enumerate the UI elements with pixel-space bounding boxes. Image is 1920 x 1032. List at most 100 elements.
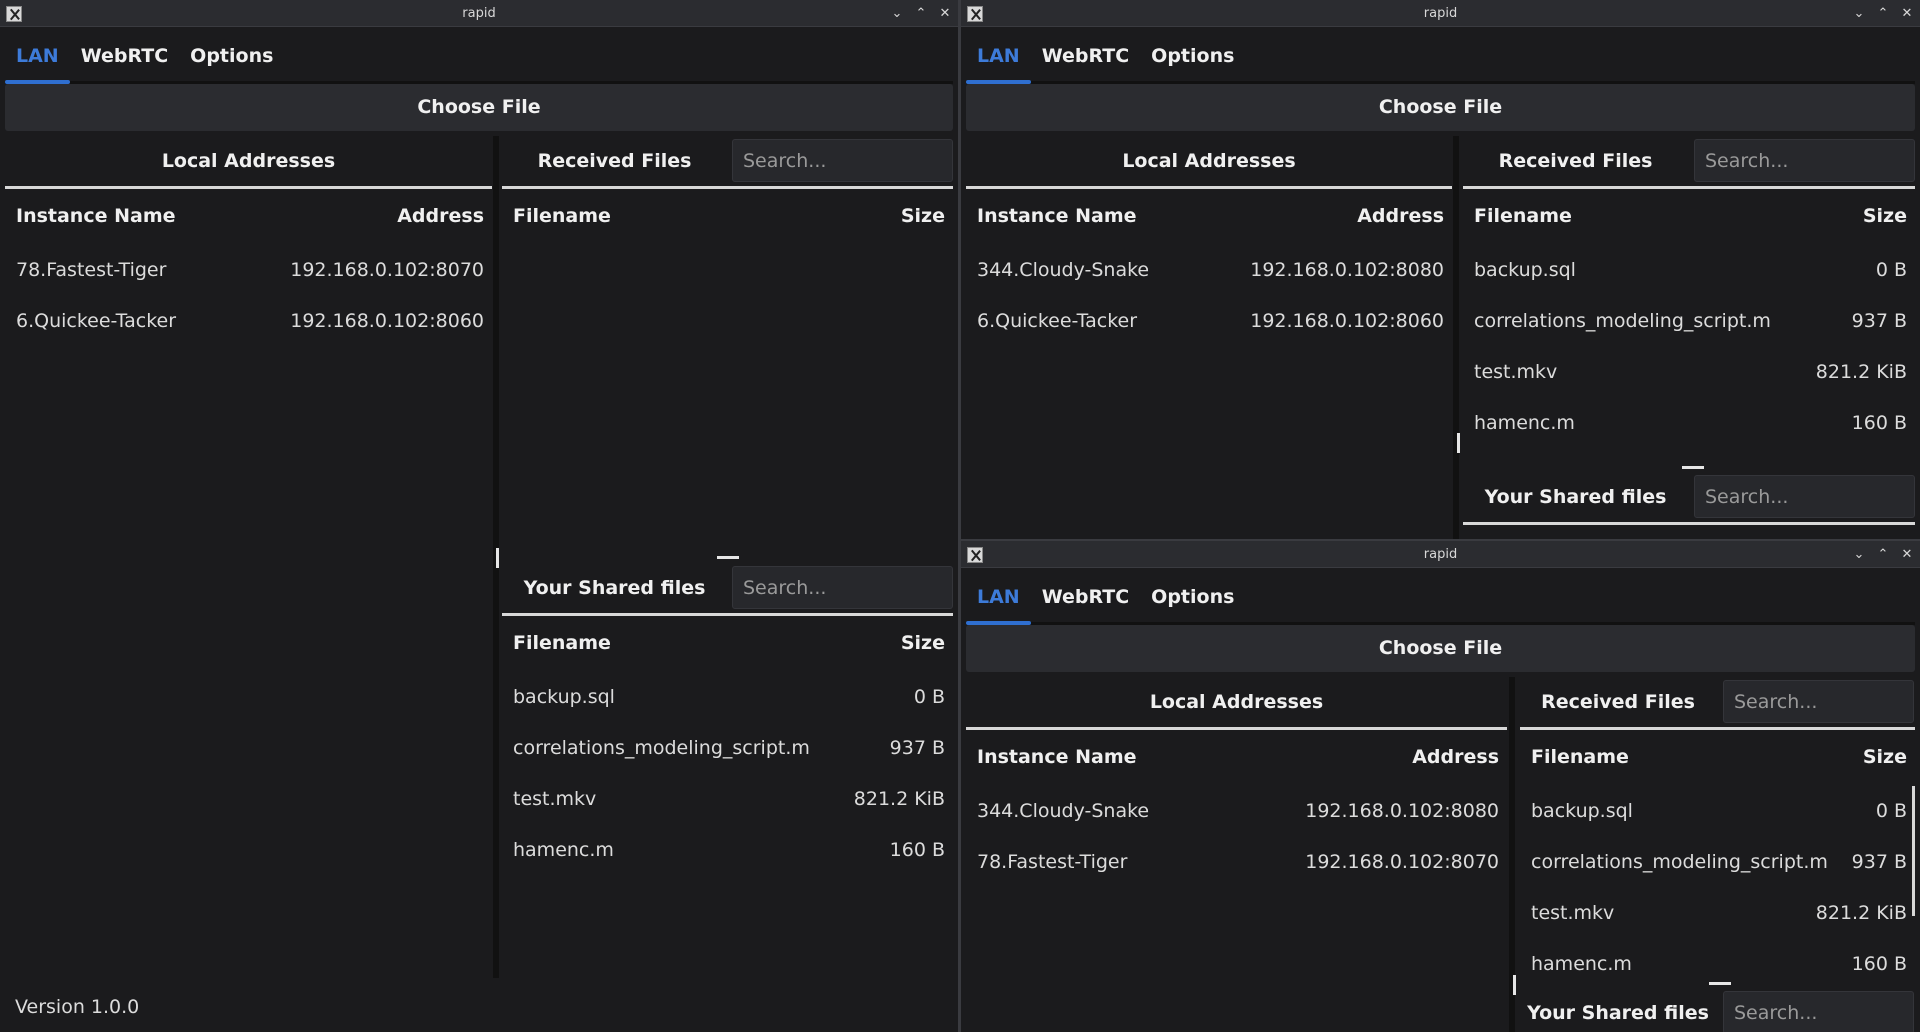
window-title: rapid [1423,547,1458,562]
instances-header: Instance Name Address [966,730,1507,784]
instance-row[interactable]: 344.Cloudy-Snake 192.168.0.102:8080 [966,784,1507,835]
file-row[interactable]: test.mkv 821.2 KiB [1520,886,1915,937]
instances-header: Instance Name Address [966,189,1452,243]
maximize-icon[interactable]: ⌃ [1876,547,1890,562]
size-header: Size [900,632,945,654]
file-row[interactable]: correlations_modeling_script.m 937 B [1520,835,1915,886]
received-files-panel: Received Files Filename Size backup.sql … [1520,677,1915,988]
file-row[interactable]: correlations_modeling_script.m 937 B [1463,294,1915,345]
tab-webrtc[interactable]: WebRTC [70,36,179,84]
file-size: 0 B [913,686,945,708]
instance-name: 344.Cloudy-Snake [977,259,1150,281]
file-row[interactable]: hamenc.m 160 B [502,823,953,874]
splitter-handle[interactable] [1709,982,1731,985]
scrollbar[interactable] [1912,786,1915,916]
shared-files-title: Your Shared files [523,577,706,599]
minimize-icon[interactable]: ⌄ [1852,6,1866,21]
instance-row[interactable]: 6.Quickee-Tacker 192.168.0.102:8060 [5,294,492,345]
file-size: 0 B [1875,259,1907,281]
file-size: 937 B [889,737,945,759]
maximize-icon[interactable]: ⌃ [914,6,928,21]
close-icon[interactable]: ✕ [1900,547,1914,562]
instance-name: 344.Cloudy-Snake [977,800,1150,822]
file-row[interactable]: backup.sql 0 B [502,670,953,721]
tab-options[interactable]: Options [1140,36,1245,84]
tab-options[interactable]: Options [179,36,284,84]
file-row[interactable]: test.mkv 821.2 KiB [502,772,953,823]
shared-search-input[interactable] [1694,475,1915,518]
instances-header: Instance Name Address [5,189,492,243]
splitter-handle[interactable] [1682,466,1704,469]
received-files-panel: Received Files Filename Size backup.sql … [1463,136,1915,447]
instance-name: 78.Fastest-Tiger [16,259,167,281]
file-row[interactable]: hamenc.m 160 B [1520,937,1915,988]
tab-lan[interactable]: LAN [966,36,1031,84]
choose-file-button[interactable]: Choose File [966,84,1915,131]
choose-file-button[interactable]: Choose File [966,625,1915,672]
filename-header: Filename [513,205,611,227]
instance-name-header: Instance Name [977,205,1137,227]
file-name: correlations_modeling_script.m [513,737,810,759]
minimize-icon[interactable]: ⌄ [1852,547,1866,562]
shared-search-input[interactable] [732,566,953,609]
rapid-window-3: rapid ⌄ ⌃ ✕ LAN WebRTC Options Choose Fi… [961,541,1920,1032]
address-header: Address [397,205,484,227]
file-row[interactable]: backup.sql 0 B [1463,243,1915,294]
file-row[interactable]: hamenc.m 160 B [1463,396,1915,447]
instance-name-header: Instance Name [16,205,176,227]
shared-files-title: Your Shared files [1484,486,1667,508]
size-header: Size [900,205,945,227]
instance-row[interactable]: 78.Fastest-Tiger 192.168.0.102:8070 [966,835,1507,886]
splitter-handle[interactable] [1513,975,1516,995]
file-name: hamenc.m [513,839,614,861]
minimize-icon[interactable]: ⌄ [890,6,904,21]
tab-bar: LAN WebRTC Options [966,577,1245,625]
shared-files-panel: Your Shared files [1520,988,1915,1032]
file-size: 937 B [1851,310,1907,332]
address-header: Address [1412,746,1499,768]
rapid-window-2: rapid ⌄ ⌃ ✕ LAN WebRTC Options Choose Fi… [961,0,1920,539]
tab-bar: LAN WebRTC Options [5,36,284,84]
received-search-input[interactable] [732,139,953,182]
tab-bar: LAN WebRTC Options [966,36,1245,84]
choose-file-button[interactable]: Choose File [5,84,953,131]
received-files-title: Received Files [537,150,692,172]
tab-webrtc[interactable]: WebRTC [1031,577,1140,625]
file-row[interactable]: test.mkv 821.2 KiB [1463,345,1915,396]
shared-search-input[interactable] [1723,991,1914,1032]
instance-name: 6.Quickee-Tacker [16,310,177,332]
instance-row[interactable]: 6.Quickee-Tacker 192.168.0.102:8060 [966,294,1452,345]
close-icon[interactable]: ✕ [1900,6,1914,21]
received-files-header: Filename Size [502,189,953,243]
titlebar[interactable]: rapid ⌄ ⌃ ✕ [0,0,958,27]
splitter-handle[interactable] [1457,433,1460,453]
received-files-title: Received Files [1498,150,1653,172]
tab-options[interactable]: Options [1140,577,1245,625]
local-addresses-title: Local Addresses [161,150,336,172]
titlebar[interactable]: rapid ⌄ ⌃ ✕ [961,0,1920,27]
instance-row[interactable]: 344.Cloudy-Snake 192.168.0.102:8080 [966,243,1452,294]
tab-lan[interactable]: LAN [5,36,70,84]
filename-header: Filename [1531,746,1629,768]
file-name: hamenc.m [1531,953,1632,975]
splitter-handle[interactable] [717,556,739,559]
file-name: correlations_modeling_script.m [1474,310,1771,332]
file-size: 821.2 KiB [1815,361,1907,383]
titlebar[interactable]: rapid ⌄ ⌃ ✕ [961,541,1920,568]
file-size: 160 B [1851,953,1907,975]
vertical-splitter[interactable] [1453,136,1459,539]
splitter-handle[interactable] [496,548,499,568]
instance-row[interactable]: 78.Fastest-Tiger 192.168.0.102:8070 [5,243,492,294]
file-row[interactable]: backup.sql 0 B [1520,784,1915,835]
received-search-input[interactable] [1694,139,1915,182]
received-files-header: Filename Size [1463,189,1915,243]
version-label: Version 1.0.0 [15,996,140,1018]
tab-lan[interactable]: LAN [966,577,1031,625]
received-search-input[interactable] [1723,680,1914,723]
maximize-icon[interactable]: ⌃ [1876,6,1890,21]
file-row[interactable]: correlations_modeling_script.m 937 B [502,721,953,772]
local-addresses-title: Local Addresses [1122,150,1296,172]
close-icon[interactable]: ✕ [938,6,952,21]
tab-webrtc[interactable]: WebRTC [1031,36,1140,84]
instance-address: 192.168.0.102:8060 [1250,310,1444,332]
